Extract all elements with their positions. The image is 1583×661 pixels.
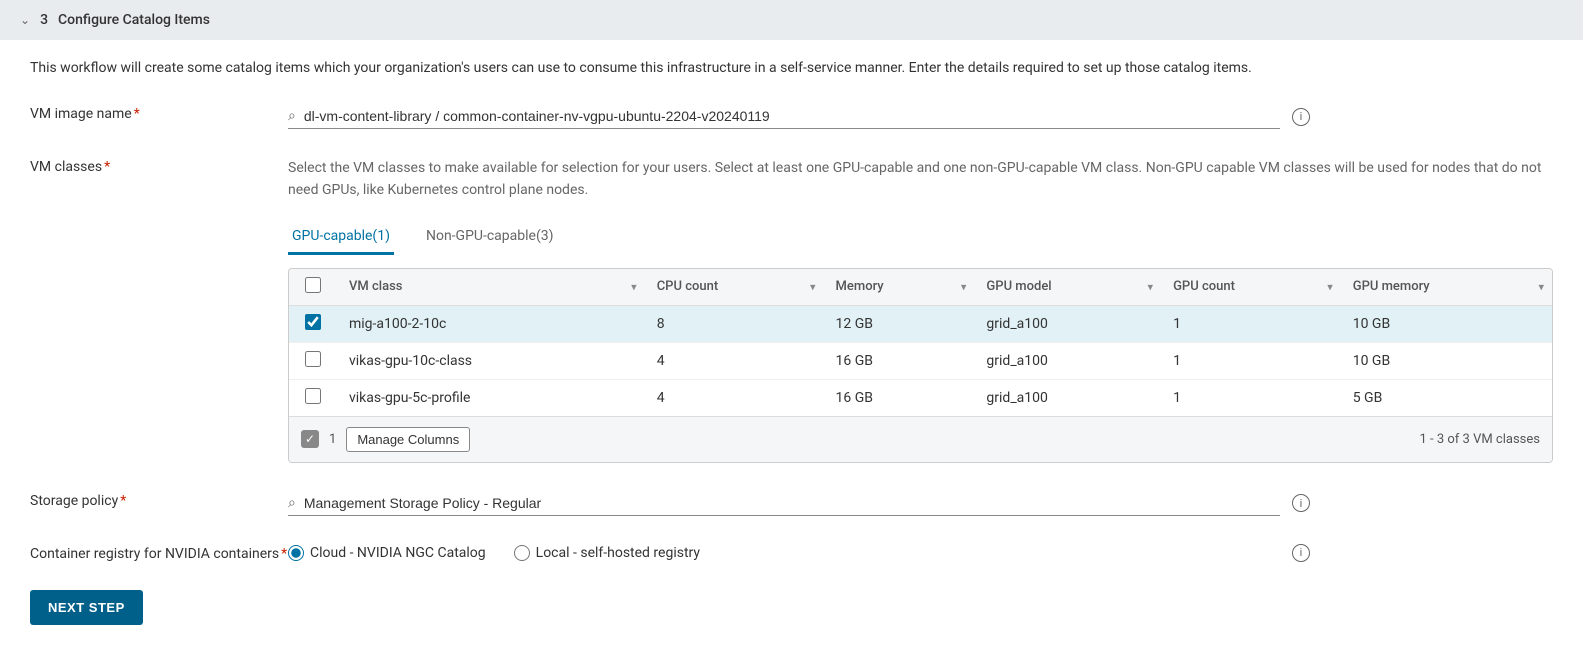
select-all-checkbox[interactable]: [305, 277, 321, 293]
cell-gpu-memory: 10 GB: [1341, 342, 1552, 379]
table-footer: ✓ 1 Manage Columns 1 - 3 of 3 VM classes: [289, 416, 1552, 462]
filter-icon[interactable]: ▾: [1148, 280, 1154, 293]
next-step-button[interactable]: NEXT STEP: [30, 590, 143, 625]
cell-memory: 16 GB: [824, 342, 975, 379]
tab-non-gpu-capable[interactable]: Non-GPU-capable(3): [422, 220, 558, 255]
cell-gpu-model: grid_a100: [974, 342, 1161, 379]
cell-gpu-count: 1: [1161, 342, 1341, 379]
col-gpu-count[interactable]: GPU count▾: [1161, 269, 1341, 306]
pagination-range: 1 - 3 of 3 VM classes: [1420, 432, 1540, 447]
radio-local-input[interactable]: [514, 545, 530, 561]
info-icon[interactable]: i: [1292, 494, 1310, 512]
container-registry-label: Container registry for NVIDIA containers…: [30, 544, 288, 562]
cell-gpu-memory: 10 GB: [1341, 305, 1552, 342]
vm-class-tabs: GPU-capable(1) Non-GPU-capable(3): [288, 220, 1553, 256]
step-title: Configure Catalog Items: [58, 12, 210, 28]
cell-gpu-model: grid_a100: [974, 379, 1161, 416]
cell-cpu: 4: [645, 342, 824, 379]
col-vm-class[interactable]: VM class▾: [337, 269, 645, 306]
vm-class-table: VM class▾ CPU count▾ Memory▾ GPU model▾ …: [288, 268, 1553, 463]
selected-indicator-icon: ✓: [301, 430, 319, 448]
cell-vm-class: mig-a100-2-10c: [337, 305, 645, 342]
vm-classes-label: VM classes*: [30, 157, 288, 175]
info-icon[interactable]: i: [1292, 108, 1310, 126]
storage-policy-label: Storage policy*: [30, 491, 288, 509]
row-checkbox[interactable]: [305, 351, 321, 367]
chevron-down-icon: ⌄: [20, 13, 30, 27]
radio-cloud-ngc[interactable]: Cloud - NVIDIA NGC Catalog: [288, 545, 486, 561]
col-cpu-count[interactable]: CPU count▾: [645, 269, 824, 306]
cell-vm-class: vikas-gpu-5c-profile: [337, 379, 645, 416]
search-icon: ⌕: [288, 108, 296, 124]
cell-gpu-count: 1: [1161, 379, 1341, 416]
cell-cpu: 4: [645, 379, 824, 416]
radio-cloud-input[interactable]: [288, 545, 304, 561]
vm-classes-help: Select the VM classes to make available …: [288, 157, 1553, 202]
step-header[interactable]: ⌄ 3 Configure Catalog Items: [0, 0, 1583, 40]
tab-gpu-capable[interactable]: GPU-capable(1): [288, 220, 394, 255]
info-icon[interactable]: i: [1292, 544, 1310, 562]
filter-icon[interactable]: ▾: [631, 280, 637, 293]
cell-gpu-memory: 5 GB: [1341, 379, 1552, 416]
cell-memory: 16 GB: [824, 379, 975, 416]
cell-gpu-count: 1: [1161, 305, 1341, 342]
selected-count: 1: [329, 432, 336, 447]
vm-image-label: VM image name*: [30, 104, 288, 122]
row-checkbox[interactable]: [305, 314, 321, 330]
col-gpu-model[interactable]: GPU model▾: [974, 269, 1161, 306]
col-memory[interactable]: Memory▾: [824, 269, 975, 306]
vm-image-input[interactable]: [304, 108, 1280, 124]
filter-icon[interactable]: ▾: [1327, 280, 1333, 293]
search-icon: ⌕: [288, 495, 296, 511]
col-gpu-memory[interactable]: GPU memory▾: [1341, 269, 1552, 306]
radio-local-registry[interactable]: Local - self-hosted registry: [514, 545, 700, 561]
cell-memory: 12 GB: [824, 305, 975, 342]
cell-vm-class: vikas-gpu-10c-class: [337, 342, 645, 379]
filter-icon[interactable]: ▾: [810, 280, 816, 293]
step-number: 3: [40, 12, 48, 28]
cell-cpu: 8: [645, 305, 824, 342]
storage-policy-input[interactable]: [304, 495, 1280, 511]
workflow-description: This workflow will create some catalog i…: [30, 60, 1553, 76]
row-checkbox[interactable]: [305, 388, 321, 404]
filter-icon[interactable]: ▾: [1538, 280, 1544, 293]
table-row[interactable]: vikas-gpu-5c-profile 4 16 GB grid_a100 1…: [289, 379, 1552, 416]
manage-columns-button[interactable]: Manage Columns: [346, 427, 470, 452]
table-row[interactable]: mig-a100-2-10c 8 12 GB grid_a100 1 10 GB: [289, 305, 1552, 342]
cell-gpu-model: grid_a100: [974, 305, 1161, 342]
filter-icon[interactable]: ▾: [961, 280, 967, 293]
table-row[interactable]: vikas-gpu-10c-class 4 16 GB grid_a100 1 …: [289, 342, 1552, 379]
